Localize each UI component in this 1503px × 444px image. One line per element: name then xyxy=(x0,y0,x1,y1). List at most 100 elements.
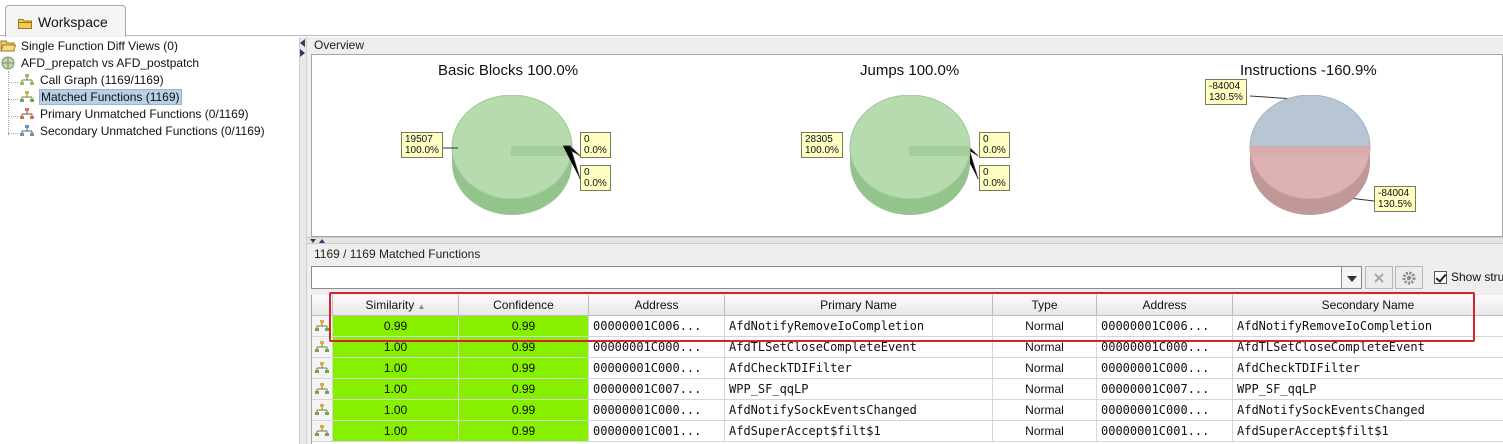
note-value: 0 xyxy=(983,167,989,178)
splitter-arrows-icon[interactable] xyxy=(309,238,329,244)
vertical-splitter[interactable] xyxy=(299,37,307,444)
workspace-tree: Single Function Diff Views (0) AFD_prepa… xyxy=(0,37,299,444)
right-value-note: 0 0.0% xyxy=(979,132,1010,158)
similarity-cell: 1.00 xyxy=(333,421,459,442)
show-structure-label: Show stru xyxy=(1451,270,1503,284)
primary-name-cell: AfdSuperAccept$filt$1 xyxy=(725,421,993,442)
note-percent: 130.5% xyxy=(1378,199,1412,210)
confidence-cell: 0.99 xyxy=(459,379,589,400)
call-graph-icon xyxy=(19,73,35,87)
tree-item-secondary-unmatched[interactable]: Secondary Unmatched Functions (0/1169) xyxy=(19,123,266,139)
bottom-value-note: -84004 130.5% xyxy=(1374,186,1416,212)
note-percent: 130.5% xyxy=(1209,92,1243,103)
tree-item-label: Secondary Unmatched Functions (0/1169) xyxy=(40,124,265,138)
note-value: -84004 xyxy=(1378,188,1410,199)
note-value: 0 xyxy=(584,167,590,178)
tree-connector xyxy=(8,99,18,100)
secondary-unmatched-icon xyxy=(19,124,35,138)
filter-input[interactable] xyxy=(311,266,1343,289)
show-structure-checkbox[interactable] xyxy=(1434,270,1447,284)
left-value-note: 19507 100.0% xyxy=(401,132,443,158)
right-value-note: 0 0.0% xyxy=(580,165,611,191)
show-structure-toggle[interactable]: Show stru xyxy=(1434,270,1503,284)
matched-function-icon xyxy=(314,424,330,441)
confidence-cell: 0.99 xyxy=(459,400,589,421)
secondary-address-cell: 00000001C000... xyxy=(1097,358,1233,379)
type-cell: Normal xyxy=(993,358,1097,379)
primary-address-cell: 00000001C001... xyxy=(589,421,725,442)
primary-name-cell: AfdNotifySockEventsChanged xyxy=(725,400,993,421)
tree-item-label: AFD_prepatch vs AFD_postpatch xyxy=(21,56,200,70)
note-percent: 0.0% xyxy=(584,145,607,156)
note-percent: 100.0% xyxy=(805,145,839,156)
tree-item-single-function-diff-views[interactable]: Single Function Diff Views (0) xyxy=(0,38,179,54)
folder-icon xyxy=(18,16,32,29)
note-percent: 100.0% xyxy=(405,145,439,156)
note-value: 28305 xyxy=(805,134,833,145)
filter-dropdown-button[interactable] xyxy=(1341,266,1362,289)
primary-address-cell: 00000001C000... xyxy=(589,358,725,379)
secondary-address-cell: 00000001C007... xyxy=(1097,379,1233,400)
clear-filter-button[interactable] xyxy=(1365,266,1393,289)
tree-item-label: Matched Functions (1169) xyxy=(39,89,182,105)
row-icon-cell xyxy=(312,400,333,421)
tab-workspace[interactable]: Workspace xyxy=(5,5,126,37)
primary-unmatched-icon xyxy=(19,107,35,121)
similarity-cell: 1.00 xyxy=(333,400,459,421)
tree-connector xyxy=(8,71,9,135)
expand-right-icon[interactable] xyxy=(300,49,305,57)
collapse-left-icon[interactable] xyxy=(300,39,305,47)
top-value-note: -84004 130.5% xyxy=(1205,79,1247,105)
row-icon-cell xyxy=(312,379,333,400)
note-percent: 0.0% xyxy=(983,145,1006,156)
right-value-note: 0 0.0% xyxy=(979,165,1010,191)
right-panel: Overview Basic Blocks 100.0% 19507 100.0%… xyxy=(307,37,1503,444)
gear-icon xyxy=(1402,271,1416,284)
secondary-name-cell: AfdCheckTDIFilter xyxy=(1233,358,1503,379)
instructions-pie-chart xyxy=(1249,95,1371,215)
filter-settings-button[interactable] xyxy=(1395,266,1423,289)
overview-panel: Basic Blocks 100.0% 19507 100.0% 0 0.0% 00… xyxy=(311,54,1503,237)
note-percent: 0.0% xyxy=(584,178,607,189)
tree-item-diff-pair[interactable]: AFD_prepatch vs AFD_postpatch xyxy=(0,55,200,71)
row-icon-cell xyxy=(312,358,333,379)
note-value: 19507 xyxy=(405,134,433,145)
tree-item-label: Primary Unmatched Functions (0/1169) xyxy=(40,107,249,121)
close-icon xyxy=(1374,272,1384,283)
matched-function-icon xyxy=(314,340,330,357)
primary-address-cell: 00000001C000... xyxy=(589,400,725,421)
confidence-cell: 0.99 xyxy=(459,421,589,442)
primary-address-cell: 00000001C007... xyxy=(589,379,725,400)
tree-item-label: Single Function Diff Views (0) xyxy=(21,39,178,53)
matched-functions-title: 1169 / 1169 Matched Functions xyxy=(314,247,481,261)
matched-functions-icon xyxy=(19,90,35,104)
similarity-cell: 1.00 xyxy=(333,379,459,400)
jumps-pie-chart xyxy=(849,95,971,215)
tree-item-call-graph[interactable]: Call Graph (1169/1169) xyxy=(19,72,165,88)
horizontal-splitter[interactable] xyxy=(307,237,1503,244)
secondary-address-cell: 00000001C001... xyxy=(1097,421,1233,442)
tree-item-label: Call Graph (1169/1169) xyxy=(40,73,164,87)
tab-workspace-label: Workspace xyxy=(38,13,108,30)
tree-item-matched-functions[interactable]: Matched Functions (1169) xyxy=(19,89,182,105)
type-cell: Normal xyxy=(993,379,1097,400)
tree-connector xyxy=(8,116,18,117)
left-value-note: 28305 100.0% xyxy=(801,132,843,158)
similarity-cell: 1.00 xyxy=(333,358,459,379)
folder-open-icon xyxy=(0,39,17,53)
note-value: -84004 xyxy=(1209,81,1241,92)
type-cell: Normal xyxy=(993,421,1097,442)
matched-function-icon xyxy=(314,403,330,420)
confidence-cell: 0.99 xyxy=(459,358,589,379)
note-value: 0 xyxy=(983,134,989,145)
tree-item-primary-unmatched[interactable]: Primary Unmatched Functions (0/1169) xyxy=(19,106,250,122)
primary-name-cell: AfdCheckTDIFilter xyxy=(725,358,993,379)
secondary-name-cell: AfdSuperAccept$filt$1 xyxy=(1233,421,1503,442)
chart-title: Instructions -160.9% xyxy=(1240,62,1377,79)
matched-function-icon xyxy=(314,319,330,336)
secondary-name-cell: WPP_SF_qqLP xyxy=(1233,379,1503,400)
overview-title: Overview xyxy=(314,38,365,52)
note-value: 0 xyxy=(584,134,590,145)
tree-connector xyxy=(8,82,18,83)
type-cell: Normal xyxy=(993,400,1097,421)
